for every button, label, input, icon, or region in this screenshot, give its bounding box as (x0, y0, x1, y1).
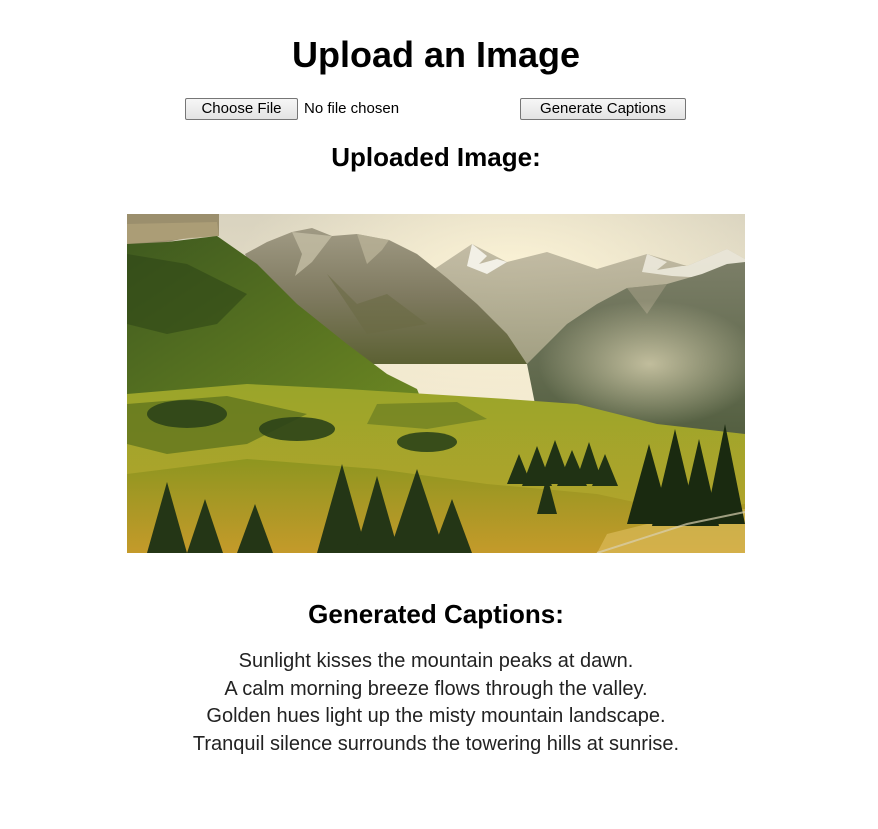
generate-captions-button[interactable]: Generate Captions (520, 98, 686, 120)
choose-file-button[interactable]: Choose File (185, 98, 298, 120)
caption-line: A calm morning breeze flows through the … (224, 677, 648, 700)
page-title: Upload an Image (291, 34, 581, 75)
uploaded-image-heading: Uploaded Image: (331, 142, 541, 172)
caption-line: Tranquil silence surrounds the towering … (192, 732, 680, 755)
captions-list: Sunlight kisses the mountain peaks at da… (0, 648, 872, 758)
uploaded-image (127, 214, 745, 553)
generated-captions-heading: Generated Captions: (308, 599, 564, 629)
caption-line: Sunlight kisses the mountain peaks at da… (238, 650, 634, 672)
file-status-text: No file chosen (304, 100, 400, 117)
caption-line: Golden hues light up the misty mountain … (206, 705, 666, 727)
mountain-landscape-photo (127, 214, 745, 553)
